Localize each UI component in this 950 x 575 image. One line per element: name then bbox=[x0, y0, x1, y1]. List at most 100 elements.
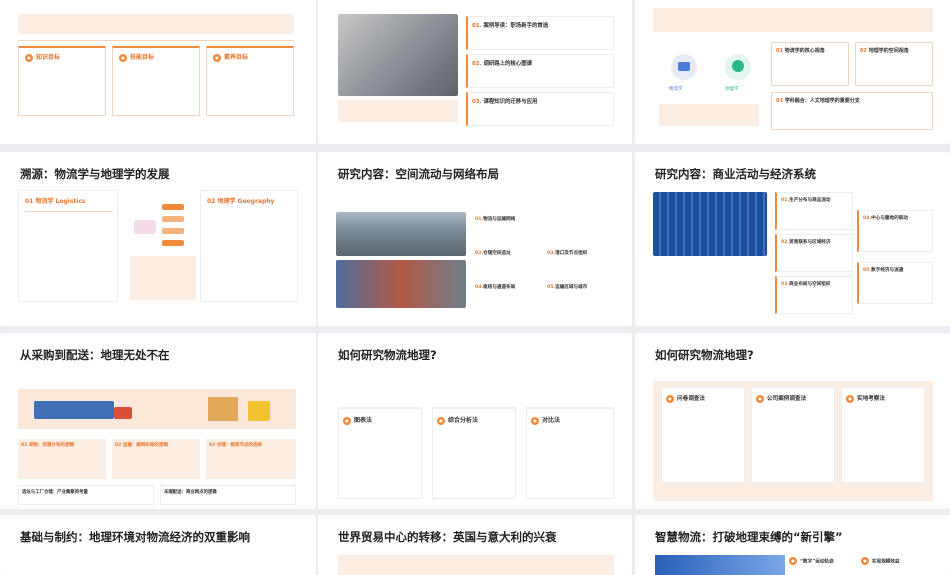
step-title: 采购：货源分布的逻辑 bbox=[28, 443, 74, 448]
photo-port-ships bbox=[336, 212, 466, 256]
concept-card: 02 地理学的空间视角 bbox=[855, 42, 933, 86]
tool-icon: ● bbox=[119, 53, 127, 62]
slide-title: 如何研究物流地理? bbox=[338, 348, 437, 362]
method-card: ● 公司案例调查法 bbox=[751, 387, 835, 483]
forklift-icon bbox=[248, 401, 270, 421]
goal-card-title: 素养目标 bbox=[224, 54, 249, 61]
list-item: 04.中心与腹地的联动 bbox=[857, 210, 933, 252]
slide-title: 基础与制约：地理环境对物流经济的双重影响 bbox=[20, 530, 250, 544]
intro-text-band bbox=[653, 8, 933, 32]
bottom-card: 末端配送：商业网点的逻辑 bbox=[160, 485, 296, 505]
slide-title: 研究内容：商业活动与经济系统 bbox=[655, 167, 816, 181]
item-number: 02. bbox=[781, 240, 790, 245]
divider bbox=[18, 40, 294, 41]
goal-card-skill: ● 技能目标 bbox=[112, 46, 200, 116]
item-number: 04. bbox=[863, 216, 872, 221]
slide-thumbnail-5[interactable]: 研究内容：空间流动与网络布局 01.物流与运输网络 02.仓储空间选址 03.港… bbox=[318, 152, 632, 326]
item-number: 02 bbox=[860, 48, 867, 54]
bottom-card: 选址与工厂仓储：产业集聚的考量 bbox=[18, 485, 154, 505]
method-card: ● 问卷调查法 bbox=[661, 387, 745, 483]
chip: ● 实现规模效益 bbox=[861, 557, 900, 565]
slide-thumbnail-9[interactable]: 如何研究物流地理? ● 问卷调查法 ● 公司案例调查法 ● 实地考察法 bbox=[635, 333, 950, 509]
logistics-column: 01 物流学 Logistics bbox=[18, 190, 118, 302]
item-number: 02. bbox=[475, 251, 484, 256]
goal-card-title: 知识目标 bbox=[36, 54, 61, 61]
item-title: 港口及节点组织 bbox=[555, 251, 588, 256]
method-title: 实地考察法 bbox=[857, 396, 885, 402]
step-number: 01 bbox=[21, 443, 28, 448]
slide-title: 如何研究物流地理? bbox=[655, 348, 754, 362]
right-circle-label: 地理学 bbox=[725, 87, 739, 92]
item-number: 03. bbox=[547, 251, 556, 256]
item-number: 01. bbox=[475, 217, 484, 222]
compare-icon: ● bbox=[531, 416, 539, 425]
analysis-icon: ● bbox=[437, 416, 445, 425]
methods-panel: ● 问卷调查法 ● 公司案例调查法 ● 实地考察法 bbox=[653, 381, 933, 501]
slide-thumbnail-3[interactable]: 物流学 地理学 01 物流学的核心视角 02 地理学的空间视角 03 学科融合：… bbox=[635, 0, 950, 144]
item-title: 中心与腹地的联动 bbox=[871, 216, 908, 221]
item-title: 课程知识的迁移与应用 bbox=[483, 99, 538, 105]
caption-band bbox=[338, 100, 458, 122]
slide-thumbnail-2[interactable]: 01. 案例导读：职场新手的首选 02. 调研路上的核心图谱 03. 课程知识的… bbox=[318, 0, 632, 144]
chip-label: “数字”运动轨迹 bbox=[800, 559, 834, 565]
content-cell: 03.港口及节点组织 bbox=[544, 246, 614, 276]
intro-text-band bbox=[18, 14, 294, 34]
photo-hands-writing bbox=[338, 14, 458, 96]
survey-icon: ● bbox=[666, 394, 674, 403]
slide-thumbnail-12[interactable]: 智慧物流：打破地理束缚的“新引擎” ● “数字”运动轨迹 ● 实现规模效益 bbox=[635, 515, 950, 575]
note-band bbox=[130, 256, 196, 300]
item-title: 调研路上的核心图谱 bbox=[483, 61, 532, 67]
step-card: 02 运输：路网布局的逻辑 bbox=[112, 439, 200, 479]
slide-title: 溯源：物流学与地理学的发展 bbox=[20, 167, 170, 181]
item-title: 案例导读：职场新手的首选 bbox=[483, 23, 549, 29]
concept-card: 01 物流学的核心视角 bbox=[771, 42, 849, 86]
method-title: 图表法 bbox=[354, 417, 373, 424]
method-title: 对比法 bbox=[542, 417, 561, 424]
case-icon: ● bbox=[756, 394, 764, 403]
item-number: 01. bbox=[781, 198, 790, 203]
list-item: 02.贸易联系与区域经济 bbox=[775, 234, 853, 272]
method-card: ● 实地考察法 bbox=[841, 387, 925, 483]
list-item: 01. 案例导读：职场新手的首选 bbox=[466, 16, 614, 50]
photo-container-train bbox=[336, 260, 466, 308]
cart-icon bbox=[671, 54, 697, 80]
list-item: 05.数字经济与流通 bbox=[857, 262, 933, 304]
item-title: 枢纽与通道布局 bbox=[483, 285, 516, 290]
list-item: 02. 调研路上的核心图谱 bbox=[466, 54, 614, 88]
item-number: 05. bbox=[863, 268, 872, 273]
column-heading: 02 地理学 Geography bbox=[207, 198, 275, 205]
method-title: 问卷调查法 bbox=[677, 396, 705, 402]
slide-title: 智慧物流：打破地理束缚的“新引擎” bbox=[655, 530, 843, 544]
goal-card-knowledge: ● 知识目标 bbox=[18, 46, 106, 116]
method-card: ● 对比法 bbox=[526, 407, 614, 499]
slide-title: 世界贸易中心的转移：英国与意大利的兴衰 bbox=[338, 530, 557, 544]
item-title: 物流学的核心视角 bbox=[784, 48, 825, 54]
chip-label: 实现规模效益 bbox=[872, 559, 900, 565]
slide-thumbnail-grid: ● 知识目标 ● 技能目标 ● 素养目标 01. 案例导读：职场新手的首选 02. 调… bbox=[0, 0, 950, 575]
method-title: 公司案例调查法 bbox=[767, 396, 807, 402]
note-band bbox=[659, 104, 759, 126]
logistics-illustration bbox=[18, 389, 296, 429]
slide-title: 从采购到配送：地理无处不在 bbox=[20, 348, 170, 362]
slide-thumbnail-11[interactable]: 世界贸易中心的转移：英国与意大利的兴衰 bbox=[318, 515, 632, 575]
item-title: 学科融合：人文地理学的重要分支 bbox=[784, 98, 860, 104]
item-number: 03. bbox=[472, 99, 482, 105]
step-number: 03 bbox=[209, 443, 216, 448]
item-number: 05. bbox=[547, 285, 556, 290]
step-number: 02 bbox=[115, 443, 122, 448]
slide-thumbnail-1[interactable]: ● 知识目标 ● 技能目标 ● 素养目标 bbox=[0, 0, 316, 144]
item-number: 03. bbox=[781, 282, 790, 287]
slide-thumbnail-10[interactable]: 基础与制约：地理环境对物流经济的双重影响 bbox=[0, 515, 316, 575]
slide-title: 研究内容：空间流动与网络布局 bbox=[338, 167, 499, 181]
slide-thumbnail-4[interactable]: 溯源：物流学与地理学的发展 01 物流学 Logistics 02 地理学 Ge… bbox=[0, 152, 316, 326]
list-item: 03.商业布局与空间组织 bbox=[775, 276, 853, 314]
item-title: 运输区域与城市 bbox=[555, 285, 588, 290]
bottom-card-title: 选址与工厂仓储：产业集聚的考量 bbox=[22, 490, 88, 495]
slide-thumbnail-7[interactable]: 从采购到配送：地理无处不在 01 采购：货源分布的逻辑 02 运输：路网布局的逻… bbox=[0, 333, 316, 509]
target-icon: ● bbox=[25, 53, 33, 62]
content-cell: 02.仓储空间选址 bbox=[472, 246, 540, 276]
photo-smart-logistics bbox=[655, 555, 785, 575]
slide-thumbnail-8[interactable]: 如何研究物流地理? ● 图表法 ● 综合分析法 ● 对比法 bbox=[318, 333, 632, 509]
slide-thumbnail-6[interactable]: 研究内容：商业活动与经济系统 01.生产分布与商品流动 02.贸易联系与区域经济… bbox=[635, 152, 950, 326]
scale-icon: ● bbox=[861, 557, 869, 565]
